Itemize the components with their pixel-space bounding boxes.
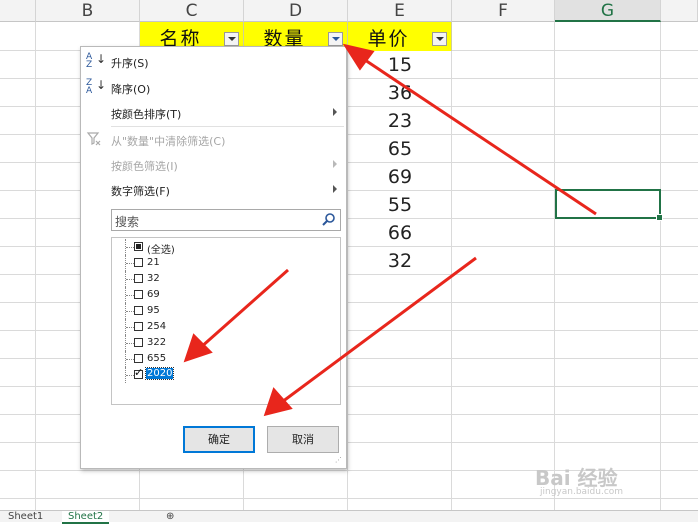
menu-sort-by-color[interactable]: 按颜色排序(T) <box>81 101 346 125</box>
list-item-label: 69 <box>147 289 160 300</box>
column-header-e[interactable]: E <box>348 0 452 22</box>
filter-dropdown-button-active[interactable] <box>328 32 343 46</box>
menu-separator <box>111 126 344 127</box>
column-header-c[interactable]: C <box>140 0 244 22</box>
table-cell[interactable]: 66 <box>348 220 452 247</box>
filter-value-list[interactable]: (全选) 21 32 69 95 254 322 655 ✓ 2020 <box>111 237 341 405</box>
menu-clear-filter: 从"数量"中清除筛选(C) <box>81 128 346 152</box>
checkbox[interactable] <box>134 274 143 283</box>
select-all-corner[interactable] <box>0 0 36 22</box>
list-item[interactable]: 69 <box>112 287 340 303</box>
autofilter-dropdown: A Z ↓ 升序(S) Z A ↓ 降序(O) 按颜色排序(T) 从"数量"中清除筛选(… <box>80 46 347 469</box>
clear-filter-icon <box>86 131 104 149</box>
table-cell[interactable]: 32 <box>348 248 452 275</box>
checkbox[interactable] <box>134 258 143 267</box>
list-item-label: 655 <box>147 353 167 364</box>
search-input[interactable]: 搜索 <box>111 209 341 231</box>
add-sheet-icon[interactable]: ⊕ <box>160 511 180 522</box>
submenu-arrow-icon <box>333 185 337 193</box>
menu-label: 升序(S) <box>111 57 149 70</box>
menu-label: 按颜色排序(T) <box>111 108 182 121</box>
column-header-f[interactable]: F <box>452 0 555 22</box>
table-cell[interactable]: 65 <box>348 136 452 163</box>
sort-ascending-icon: A Z ↓ <box>86 52 107 70</box>
list-item[interactable]: 95 <box>112 303 340 319</box>
list-item-selected[interactable]: 2020 <box>112 366 340 383</box>
menu-label: 按颜色筛选(I) <box>111 160 178 173</box>
column-header-g[interactable]: G <box>555 0 661 22</box>
sheet-tab-sheet2[interactable]: Sheet2 <box>62 511 110 524</box>
list-item[interactable]: 254 <box>112 319 340 335</box>
table-cell[interactable]: 55 <box>348 192 452 219</box>
header-unit-price-label: 单价 <box>367 28 410 50</box>
list-item-select-all[interactable]: (全选) <box>112 239 340 256</box>
column-header-h[interactable] <box>661 0 698 22</box>
grid-line <box>554 22 555 510</box>
menu-label: 数字筛选(F) <box>111 185 170 198</box>
menu-sort-descending[interactable]: Z A ↓ 降序(O) <box>81 76 346 100</box>
submenu-arrow-icon <box>333 160 337 168</box>
list-item[interactable]: 322 <box>112 335 340 351</box>
checkbox[interactable] <box>134 322 143 331</box>
checkbox[interactable] <box>134 338 143 347</box>
menu-number-filters[interactable]: 数字筛选(F) <box>81 178 346 202</box>
list-item[interactable]: 32 <box>112 271 340 287</box>
ok-button[interactable]: 确定 <box>183 426 255 453</box>
list-item-label: 254 <box>147 321 167 332</box>
list-item[interactable]: 655 <box>112 351 340 367</box>
list-item-label: 322 <box>147 337 167 348</box>
menu-sort-ascending[interactable]: A Z ↓ 升序(S) <box>81 50 346 74</box>
submenu-arrow-icon <box>333 108 337 116</box>
filter-dropdown-button[interactable] <box>432 32 447 46</box>
table-cell[interactable]: 69 <box>348 164 452 191</box>
checkbox[interactable] <box>134 354 143 363</box>
header-cell-unit-price[interactable]: 单价 <box>348 22 452 51</box>
sheet-tab-sheet1[interactable]: Sheet1 <box>2 511 49 522</box>
active-cell-selection[interactable] <box>555 189 663 221</box>
grid-line <box>660 22 661 510</box>
table-cell[interactable]: 23 <box>348 108 452 135</box>
cancel-button[interactable]: 取消 <box>267 426 339 453</box>
watermark-url: jingyan.baidu.com <box>540 487 624 497</box>
grid-line <box>35 22 36 510</box>
filter-dropdown-button[interactable] <box>224 32 239 46</box>
checkbox-checked[interactable] <box>134 366 143 379</box>
sort-descending-icon: Z A ↓ <box>86 78 107 96</box>
menu-filter-by-color: 按颜色筛选(I) <box>81 153 346 177</box>
list-item-label: 32 <box>147 273 160 284</box>
resize-grip-icon[interactable]: ⋰ <box>335 457 343 466</box>
menu-label: 降序(O) <box>111 83 151 96</box>
table-cell[interactable]: 36 <box>348 80 452 107</box>
list-item-label: 21 <box>147 257 160 268</box>
list-item[interactable]: 21 <box>112 255 340 271</box>
table-cell[interactable]: 15 <box>348 52 452 79</box>
column-header-d[interactable]: D <box>244 0 348 22</box>
checkbox-partial[interactable] <box>134 242 143 251</box>
list-item-label: 2020 <box>144 367 175 380</box>
list-item-label: 95 <box>147 305 160 316</box>
search-placeholder: 搜索 <box>115 215 140 229</box>
checkbox[interactable] <box>134 306 143 315</box>
search-icon <box>321 212 337 228</box>
menu-label: 从"数量"中清除筛选(C) <box>111 135 226 148</box>
column-header-b[interactable]: B <box>36 0 140 22</box>
grid-line <box>0 498 698 499</box>
list-item-label: (全选) <box>147 245 175 256</box>
sheet-tab-bar: Sheet1 Sheet2 ⊕ <box>0 510 698 524</box>
checkbox[interactable] <box>134 290 143 299</box>
